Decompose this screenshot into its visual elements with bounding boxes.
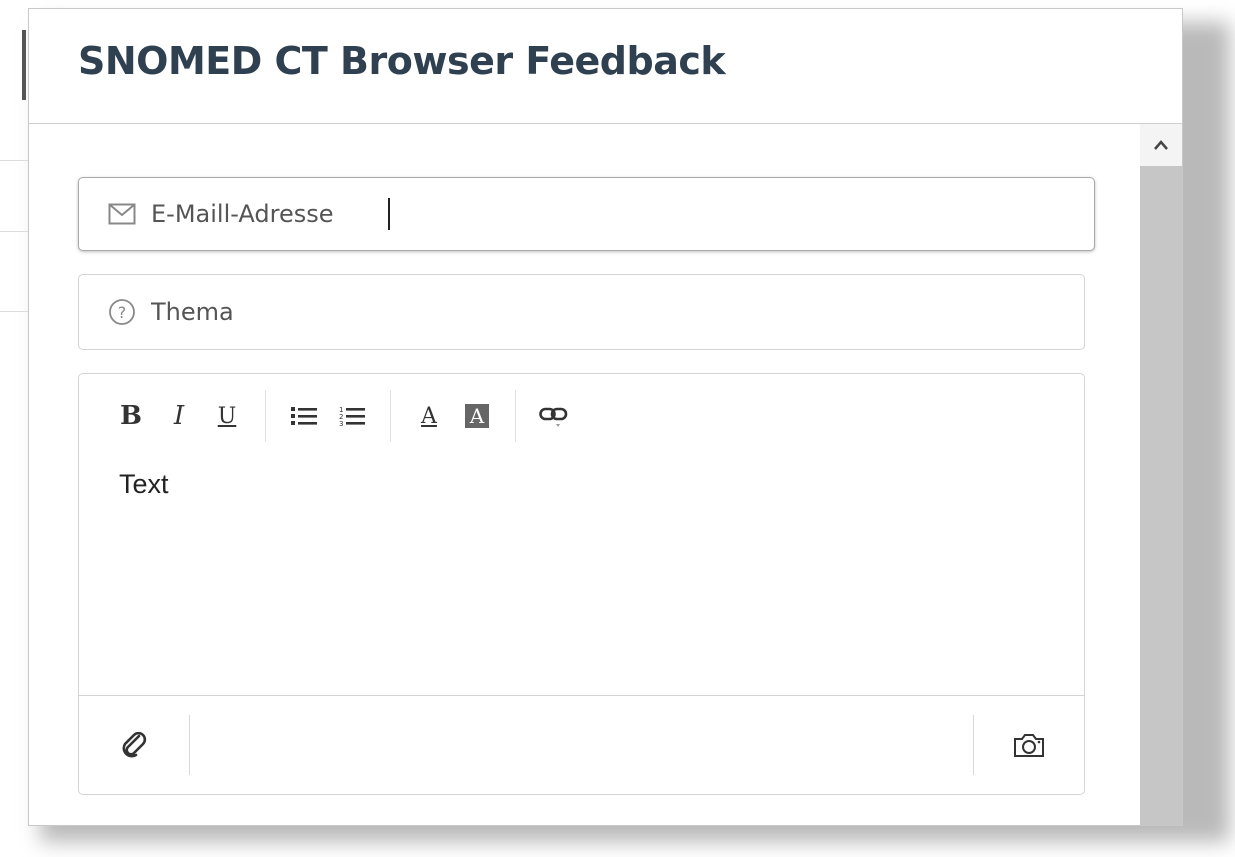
paperclip-icon <box>122 731 147 758</box>
feedback-form: ? B I U 1 <box>78 177 1095 795</box>
chevron-up-icon <box>1154 140 1168 150</box>
editor-footer <box>79 695 1084 794</box>
background-color-icon: A <box>465 404 489 428</box>
screenshot-button[interactable] <box>974 696 1084 794</box>
link-icon <box>539 407 568 427</box>
insert-link-button[interactable] <box>530 394 578 438</box>
background-page-lines <box>0 160 28 361</box>
dialog-title: SNOMED CT Browser Feedback <box>78 39 726 83</box>
feedback-dialog: SNOMED CT Browser Feedback E-Maill-Adres… <box>28 8 1183 826</box>
scroll-up-button[interactable] <box>1140 124 1182 166</box>
topic-field[interactable]: ? <box>78 274 1085 350</box>
bold-button[interactable]: B <box>107 394 155 438</box>
background-color-button[interactable]: A <box>453 394 501 438</box>
underline-button[interactable]: U <box>203 394 251 438</box>
text-cursor <box>388 198 390 230</box>
editor-content[interactable]: Text <box>119 469 169 500</box>
scrollbar[interactable] <box>1140 124 1182 825</box>
footer-divider <box>189 715 190 775</box>
topic-input[interactable] <box>151 298 1011 326</box>
editor-toolbar: B I U 1 2 3 A A <box>107 390 578 442</box>
svg-text:?: ? <box>118 303 127 322</box>
toolbar-divider <box>265 390 266 442</box>
svg-text:3: 3 <box>339 420 343 426</box>
email-input[interactable] <box>151 200 390 228</box>
scrollbar-thumb[interactable] <box>1140 166 1182 825</box>
bulleted-list-button[interactable] <box>280 394 328 438</box>
mail-icon <box>107 199 137 229</box>
numbered-list-button[interactable]: 1 2 3 <box>328 394 376 438</box>
font-color-icon: A <box>421 403 437 429</box>
camera-icon <box>1014 734 1044 757</box>
background-page-edge <box>22 30 26 100</box>
dialog-header: SNOMED CT Browser Feedback <box>29 9 1182 124</box>
toolbar-divider <box>390 390 391 442</box>
font-color-button[interactable]: A <box>405 394 453 438</box>
numbered-list-icon: 1 2 3 <box>339 406 365 426</box>
bulleted-list-icon <box>291 407 317 425</box>
email-field[interactable] <box>78 177 1095 251</box>
rich-text-editor[interactable]: B I U 1 2 3 A A Text <box>78 373 1085 795</box>
toolbar-divider <box>515 390 516 442</box>
question-circle-icon: ? <box>107 297 137 327</box>
italic-button[interactable]: I <box>155 394 203 438</box>
attach-file-button[interactable] <box>79 696 189 794</box>
